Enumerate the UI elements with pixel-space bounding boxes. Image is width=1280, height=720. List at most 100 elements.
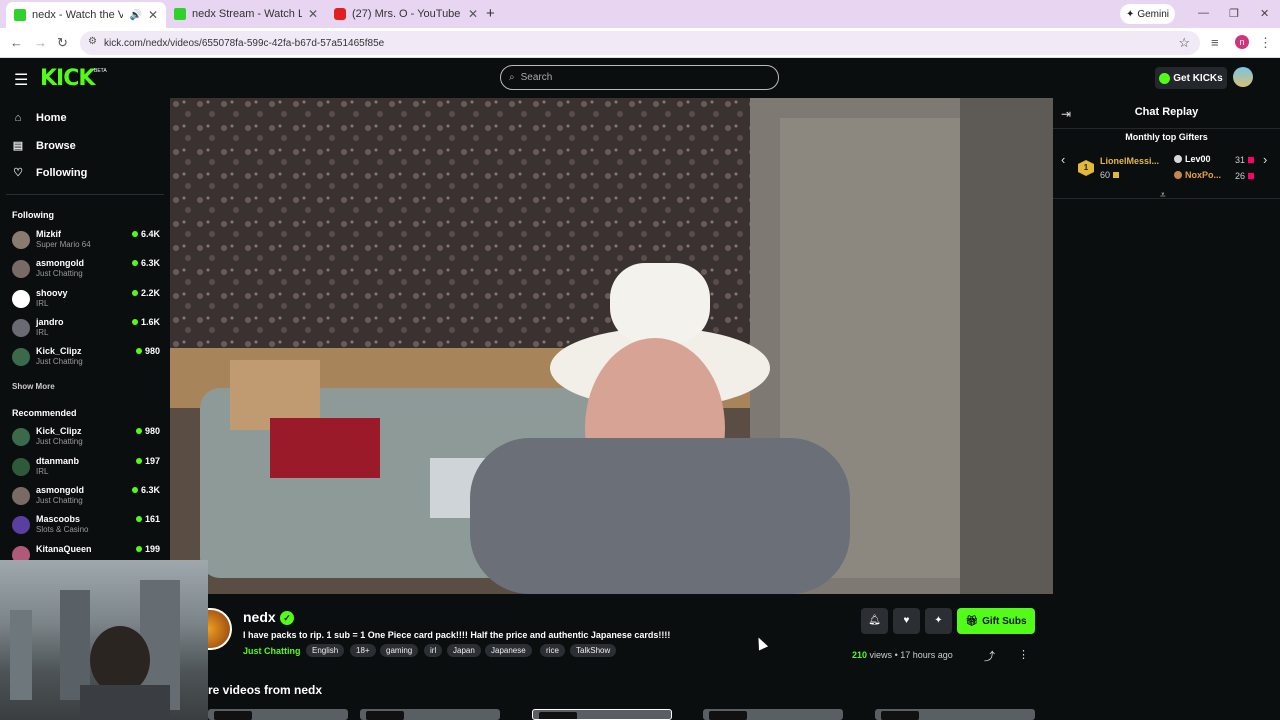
channel-item[interactable]: shoovy IRL 2.2K — [12, 288, 160, 316]
gift-icon — [1248, 173, 1255, 179]
show-more-link[interactable]: Show More — [12, 382, 55, 391]
channel-item[interactable]: asmongold Just Chatting 6.3K — [12, 258, 160, 286]
media-controls-icon[interactable]: ≡ — [1211, 35, 1219, 50]
hamburger-menu-icon[interactable]: ☰ — [14, 70, 28, 90]
channel-item[interactable]: asmongold Just Chatting 6.3K — [12, 485, 160, 513]
tag[interactable]: Japanese — [485, 644, 532, 657]
video-duration-badge — [881, 711, 919, 720]
close-icon[interactable]: ✕ — [468, 7, 478, 21]
tab-title: nedx Stream - Watch Live on Kick — [192, 8, 302, 20]
sidebar: ⌂ Home ▤ Browse ♡ Following Following Mi… — [0, 98, 170, 560]
channel-name: Kick_Clipz — [36, 426, 82, 436]
channel-item[interactable]: Mascoobs Slots & Casino 161 — [12, 514, 160, 542]
video-thumbnail[interactable] — [360, 709, 500, 720]
kicks-button[interactable]: ✦ — [925, 608, 952, 634]
channel-item[interactable]: Mizkif Super Mario 64 6.4K — [12, 229, 160, 257]
maximize-icon[interactable]: ❐ — [1229, 7, 1239, 20]
avatar — [12, 260, 30, 278]
channel-name: Kick_Clipz — [36, 346, 82, 356]
video-player[interactable] — [170, 98, 1053, 594]
channel-item[interactable]: dtanmanb IRL 197 — [12, 456, 160, 484]
streamer-avatar[interactable] — [208, 608, 232, 650]
back-icon[interactable]: ← — [10, 35, 23, 50]
live-dot-icon — [131, 260, 138, 266]
kick-logo[interactable]: KICK — [40, 66, 95, 91]
expand-gifters-icon[interactable]: ⩡ — [1160, 190, 1166, 201]
site-info-icon[interactable]: ⚙ — [88, 36, 97, 47]
follow-button[interactable]: ♥ — [893, 608, 920, 634]
speaker-icon[interactable]: 🔊 — [129, 10, 141, 21]
close-icon[interactable]: ✕ — [148, 8, 158, 22]
tab-nedx-vod[interactable]: nedx - Watch the VOD on Kick 🔊 ✕ — [6, 2, 166, 28]
get-kicks-button[interactable]: Get KICKs — [1155, 67, 1227, 89]
tab-youtube[interactable]: (27) Mrs. O - YouTube ✕ — [326, 3, 486, 25]
sidebar-item-following[interactable]: ♡ Following — [12, 166, 87, 180]
menu-dots-icon[interactable]: ⋮ — [1259, 35, 1272, 51]
tag[interactable]: irl — [424, 644, 443, 657]
gifter-item[interactable]: Lev00 — [1174, 154, 1211, 164]
channel-category: IRL — [36, 328, 49, 337]
url-field[interactable]: ⚙ kick.com/nedx/videos/655078fa-599c-42f… — [80, 31, 1200, 55]
beta-badge: BETA — [94, 68, 107, 74]
video-duration-badge — [214, 711, 252, 720]
sidebar-item-home[interactable]: ⌂ Home — [12, 112, 67, 124]
sidebar-item-label: Browse — [36, 139, 76, 152]
kick-favicon-icon — [14, 9, 26, 21]
tag[interactable]: English — [306, 644, 345, 657]
channel-category: IRL — [36, 299, 49, 308]
gemini-button[interactable]: ✦ Gemini — [1120, 4, 1175, 24]
viewer-count: 980 — [135, 346, 160, 356]
video-thumbnail[interactable] — [875, 709, 1035, 720]
channel-item[interactable]: jandro IRL 1.6K — [12, 317, 160, 345]
viewer-count: 197 — [135, 456, 160, 466]
category-link[interactable]: Just Chatting — [243, 646, 301, 656]
notification-bell-button[interactable]: 🔔︎ — [861, 608, 888, 634]
tag[interactable]: TalkShow — [570, 644, 617, 657]
tag[interactable]: 18+ — [350, 644, 376, 657]
live-dot-icon — [131, 319, 138, 325]
reload-icon[interactable]: ↻ — [57, 35, 68, 51]
profile-avatar[interactable]: n — [1235, 35, 1249, 49]
forward-icon[interactable]: → — [34, 35, 47, 50]
live-dot-icon — [135, 348, 142, 354]
gifter-name: Lev00 — [1185, 154, 1211, 164]
tag[interactable]: gaming — [380, 644, 419, 657]
user-avatar[interactable] — [1233, 67, 1253, 87]
tag[interactable]: Japan — [447, 644, 481, 657]
channel-name: asmongold — [36, 258, 85, 268]
close-window-icon[interactable]: ✕ — [1260, 7, 1269, 20]
heart-icon: ♥ — [903, 615, 910, 626]
new-tab-button[interactable]: + — [486, 5, 495, 22]
viewer-count: 1.6K — [131, 317, 160, 327]
top-gifter-name[interactable]: LionelMessi... — [1100, 156, 1159, 166]
video-thumbnail[interactable] — [208, 709, 348, 720]
close-icon[interactable]: ✕ — [308, 7, 318, 21]
bookmark-star-icon[interactable]: ☆ — [1178, 35, 1190, 51]
rank-3-badge-icon — [1174, 171, 1182, 179]
minimize-icon[interactable]: — — [1198, 7, 1209, 19]
more-options-icon[interactable]: ⋮ — [1018, 648, 1029, 661]
chevron-left-icon[interactable]: ‹ — [1061, 152, 1065, 167]
viewer-count: 161 — [135, 514, 160, 524]
share-icon[interactable]: ⤴ — [984, 648, 995, 664]
sidebar-item-browse[interactable]: ▤ Browse — [12, 139, 76, 153]
video-thumbnail[interactable] — [703, 709, 843, 720]
channel-item[interactable]: Kick_Clipz Just Chatting 980 — [12, 346, 160, 374]
streamer-name[interactable]: nedx — [243, 609, 276, 625]
rank-2-badge-icon — [1174, 155, 1182, 163]
tag[interactable]: rice — [540, 644, 565, 657]
search-input[interactable]: ⌕ Search — [500, 65, 779, 90]
channel-name: dtanmanb — [36, 456, 80, 466]
separator: • — [894, 650, 898, 660]
get-kicks-label: Get KICKs — [1173, 72, 1223, 84]
tab-nedx-stream[interactable]: nedx Stream - Watch Live on Kick ✕ — [166, 3, 326, 25]
gifter-item[interactable]: NoxPo... — [1174, 170, 1221, 180]
channel-item[interactable]: KitanaQueen 199 — [12, 544, 160, 560]
video-thumbnail[interactable] — [532, 709, 672, 720]
channel-item[interactable]: Kick_Clipz Just Chatting 980 — [12, 426, 160, 454]
kick-favicon-icon — [174, 8, 186, 20]
chat-panel: ⇥ Chat Replay Monthly top Gifters ‹ › 1 … — [1053, 98, 1280, 720]
channel-name: jandro — [36, 317, 64, 327]
gift-subs-button[interactable]: 🎁︎ Gift Subs — [957, 608, 1035, 634]
chevron-right-icon[interactable]: › — [1263, 152, 1267, 167]
